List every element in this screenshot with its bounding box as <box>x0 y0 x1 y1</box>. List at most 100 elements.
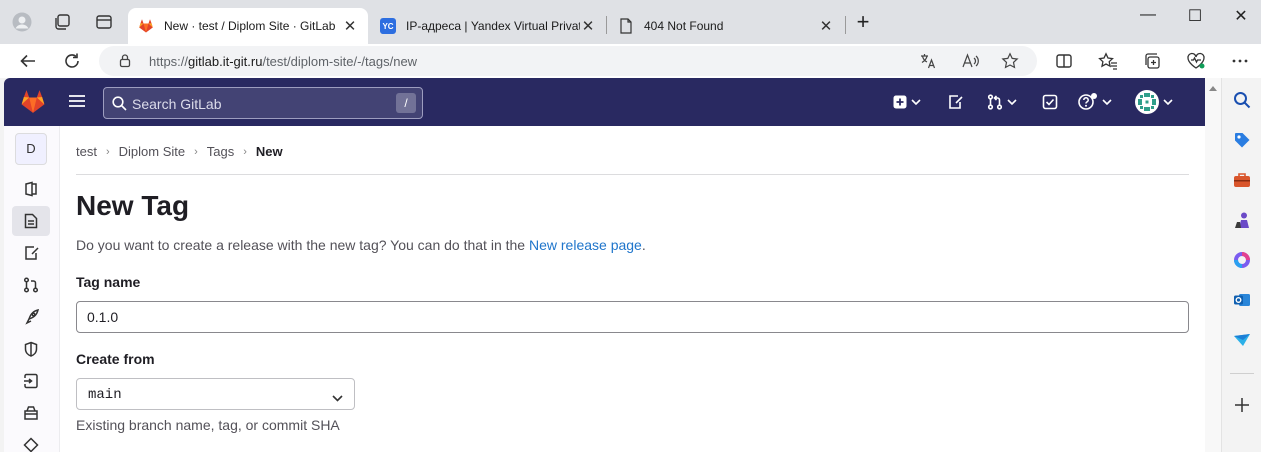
project-avatar[interactable]: D <box>15 133 47 165</box>
translate-icon[interactable] <box>917 50 939 72</box>
merge-request-icon <box>23 277 39 293</box>
sidebar-item-repository[interactable] <box>12 206 50 236</box>
breadcrumb-item-group[interactable]: test <box>76 144 97 159</box>
breadcrumb-item-tags[interactable]: Tags <box>207 144 234 159</box>
address-bar[interactable]: https://gitlab.it-git.ru/test/diplom-sit… <box>99 46 1037 76</box>
search-placeholder: Search GitLab <box>132 96 222 112</box>
yandex-cloud-icon: YC <box>380 18 396 34</box>
drop-icon[interactable] <box>1232 330 1252 350</box>
close-tab-icon[interactable]: ✕ <box>818 17 834 35</box>
merge-requests-button[interactable] <box>987 92 1017 112</box>
hamburger-menu-icon[interactable] <box>68 93 86 114</box>
main-content: test › Diplom Site › Tags › New New Tag … <box>76 126 1189 452</box>
shield-icon <box>24 341 38 357</box>
tools-icon[interactable] <box>1232 170 1252 190</box>
shopping-tag-icon[interactable] <box>1232 130 1252 150</box>
tab-gitlab-new-tag[interactable]: New · test / Diplom Site · GitLab ✕ <box>128 8 368 44</box>
tag-name-input[interactable] <box>76 301 1189 333</box>
gitlab-top-bar: Search GitLab / <box>4 78 1205 126</box>
issues-icon[interactable] <box>947 92 963 112</box>
tab-title: IP-адреса | Yandex Virtual Private <box>406 19 580 33</box>
vertical-tabs-icon[interactable] <box>94 12 114 32</box>
sidebar-item-deployments[interactable] <box>12 366 50 396</box>
close-tab-icon[interactable]: ✕ <box>342 17 358 35</box>
browser-tab-strip: New · test / Diplom Site · GitLab ✕ YC I… <box>0 0 1261 44</box>
search-icon <box>112 96 127 116</box>
sidebar-item-issues[interactable] <box>12 238 50 268</box>
chevron-down-icon <box>1007 99 1017 105</box>
breadcrumb-separator: › <box>243 145 247 158</box>
user-menu-button[interactable] <box>1135 90 1173 114</box>
divider <box>1230 373 1254 374</box>
create-new-button[interactable] <box>893 92 921 112</box>
tab-title: 404 Not Found <box>644 19 724 33</box>
project-sidebar: D <box>4 126 60 452</box>
tab-divider <box>606 16 607 34</box>
monitor-icon <box>23 437 39 452</box>
more-menu-icon[interactable] <box>1229 50 1251 72</box>
chevron-down-icon <box>1163 99 1173 105</box>
favorites-icon[interactable] <box>1097 50 1119 72</box>
release-hint-text: Do you want to create a release with the… <box>76 237 529 253</box>
new-tab-button[interactable]: + <box>852 11 874 34</box>
page-scrollbar[interactable] <box>1205 78 1221 452</box>
package-icon <box>24 406 38 420</box>
new-release-page-link[interactable]: New release page <box>529 237 642 253</box>
create-from-help-text: Existing branch name, tag, or commit SHA <box>76 417 340 433</box>
search-input[interactable]: Search GitLab / <box>103 87 423 119</box>
page-icon <box>618 18 634 34</box>
sidebar-item-packages[interactable] <box>12 398 50 428</box>
page-viewport: Search GitLab / D test › Diplom Site › T… <box>4 78 1205 452</box>
sidebar-item-project-info[interactable] <box>12 174 50 204</box>
chevron-down-icon <box>911 99 921 105</box>
chevron-down-icon <box>332 389 343 407</box>
sidebar-item-merge-requests[interactable] <box>12 270 50 300</box>
help-button[interactable] <box>1078 92 1112 112</box>
sidebar-item-ci-cd[interactable] <box>12 302 50 332</box>
breadcrumb-item-current[interactable]: New <box>256 144 283 159</box>
breadcrumb-separator: › <box>105 145 110 158</box>
collections-icon[interactable] <box>1141 50 1163 72</box>
profile-avatar-icon[interactable] <box>12 12 32 32</box>
repository-icon <box>24 213 38 229</box>
minimize-button[interactable]: — <box>1133 6 1163 28</box>
lock-icon[interactable] <box>119 53 131 73</box>
close-window-button[interactable]: ✕ <box>1226 6 1256 28</box>
edge-sidebar <box>1221 78 1261 452</box>
search-icon[interactable] <box>1232 90 1252 110</box>
release-hint: Do you want to create a release with the… <box>76 237 646 253</box>
favorite-star-icon[interactable] <box>999 50 1021 72</box>
merge-request-icon <box>987 94 1003 110</box>
gitlab-icon <box>138 18 154 34</box>
create-from-dropdown[interactable]: main <box>76 378 355 410</box>
workspaces-icon[interactable] <box>52 12 72 32</box>
help-icon <box>1078 93 1097 110</box>
deployments-icon <box>24 373 38 389</box>
sidebar-item-monitor[interactable] <box>12 430 50 452</box>
plus-square-icon <box>893 95 907 109</box>
browser-essentials-icon[interactable] <box>1185 50 1207 72</box>
breadcrumb-item-project[interactable]: Diplom Site <box>119 144 185 159</box>
tab-divider <box>845 16 846 34</box>
close-tab-icon[interactable]: ✕ <box>580 17 596 35</box>
maximize-button[interactable]: ☐ <box>1180 6 1210 28</box>
tag-name-label: Tag name <box>76 274 141 290</box>
create-from-label: Create from <box>76 351 155 367</box>
create-from-value: main <box>88 387 122 403</box>
sidebar-item-security[interactable] <box>12 334 50 364</box>
gitlab-logo-icon[interactable] <box>20 89 46 119</box>
add-sidebar-app-icon[interactable] <box>1232 395 1252 415</box>
split-screen-icon[interactable] <box>1053 50 1075 72</box>
rocket-icon <box>25 309 39 325</box>
read-aloud-icon[interactable] <box>959 50 981 72</box>
todo-icon[interactable] <box>1042 92 1058 112</box>
microsoft-365-icon[interactable] <box>1232 250 1252 270</box>
tab-404-not-found[interactable]: 404 Not Found ✕ <box>608 8 844 44</box>
tab-yandex-cloud[interactable]: YC IP-адреса | Yandex Virtual Private ✕ <box>370 8 606 44</box>
back-icon[interactable] <box>17 50 39 72</box>
games-icon[interactable] <box>1232 210 1252 230</box>
url-text: https://gitlab.it-git.ru/test/diplom-sit… <box>149 54 418 69</box>
scroll-up-arrow-icon[interactable] <box>1209 86 1217 91</box>
outlook-icon[interactable] <box>1232 290 1252 310</box>
refresh-icon[interactable] <box>61 50 83 72</box>
